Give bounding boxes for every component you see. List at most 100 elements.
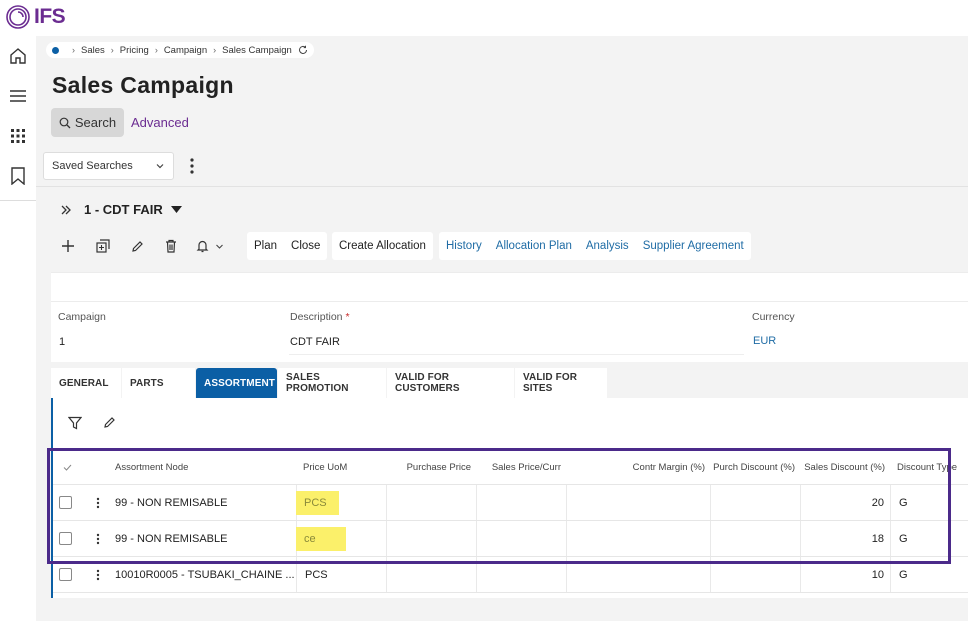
history-link[interactable]: History: [439, 240, 489, 252]
add-button[interactable]: [58, 236, 78, 256]
tab-assortment[interactable]: ASSORTMENT: [196, 368, 277, 398]
table-row[interactable]: 99 - NON REMISABLE ce 18 G: [53, 521, 968, 557]
notifications-button[interactable]: [196, 236, 234, 256]
create-allocation-button[interactable]: Create Allocation: [332, 240, 433, 252]
tab-general[interactable]: GENERAL: [51, 368, 121, 398]
close-button[interactable]: Close: [284, 240, 327, 252]
description-field[interactable]: CDT FAIR: [289, 327, 744, 355]
campaign-detail-panel: Campaign 1 Description * CDT FAIR Curren…: [51, 272, 968, 362]
edit-table-icon[interactable]: [103, 416, 116, 429]
ifs-logo[interactable]: IFS: [4, 3, 66, 31]
refresh-icon[interactable]: [298, 45, 308, 55]
chevron-down-icon: [216, 244, 223, 249]
chevron-down-icon: [156, 164, 164, 169]
row-more-options-icon[interactable]: [81, 521, 115, 556]
cell-price-uom[interactable]: PCS: [296, 485, 387, 520]
column-header-discount-type[interactable]: Discount Type: [897, 450, 968, 484]
cell-purch-discount: [711, 485, 801, 520]
breadcrumb-item-sales-campaign: Sales Campaign: [222, 44, 292, 56]
cell-price-uom[interactable]: PCS: [297, 557, 387, 592]
page-title: Sales Campaign: [52, 72, 234, 98]
tab-valid-for-customers[interactable]: VALID FOR CUSTOMERS: [387, 368, 514, 398]
search-icon: [59, 117, 71, 128]
search-button-label: Search: [74, 115, 117, 130]
menu-nav-button[interactable]: [0, 76, 36, 116]
filter-icon[interactable]: [68, 416, 82, 430]
ifs-swirl-icon: [6, 5, 30, 29]
more-options-icon[interactable]: [186, 157, 198, 175]
required-indicator: *: [345, 311, 350, 323]
cell-purchase-price: [387, 485, 477, 520]
cell-assortment-node: 99 - NON REMISABLE: [115, 521, 297, 556]
saved-searches-dropdown[interactable]: Saved Searches: [43, 152, 174, 180]
column-header-contr-margin[interactable]: Contr Margin (%): [567, 450, 711, 484]
description-label: Description *: [290, 311, 350, 323]
breadcrumb-home-dot[interactable]: [52, 46, 59, 54]
breadcrumb-item-campaign[interactable]: Campaign: [164, 45, 207, 56]
chevron-right-icon: ›: [154, 45, 158, 55]
detail-tabs: GENERAL PARTS ASSORTMENT SALES PROMOTION…: [51, 368, 608, 398]
kebab-icon: [96, 497, 100, 508]
delete-button[interactable]: [161, 236, 181, 256]
advanced-search-link[interactable]: Advanced: [131, 115, 189, 130]
row-checkbox[interactable]: [59, 485, 81, 520]
saved-searches-label: Saved Searches: [52, 160, 133, 172]
side-navigation: [0, 36, 36, 621]
cell-discount-type[interactable]: G: [891, 557, 968, 592]
campaign-value: 1: [59, 336, 66, 348]
column-header-price-uom[interactable]: Price UoM: [303, 450, 387, 484]
cell-sales-price-curr: [477, 521, 567, 556]
highlighted-uom: PCS: [296, 490, 339, 515]
cell-sales-price-curr: [477, 485, 567, 520]
select-all-checkmark[interactable]: [53, 450, 81, 484]
menu-icon: [10, 90, 26, 102]
cell-price-uom[interactable]: ce: [296, 521, 387, 556]
row-more-options-icon[interactable]: [81, 557, 115, 592]
column-header-sales-discount[interactable]: Sales Discount (%): [801, 450, 891, 484]
breadcrumb-item-sales[interactable]: Sales: [81, 45, 105, 56]
cell-sales-discount: 18: [801, 521, 891, 556]
tab-sales-promotion[interactable]: SALES PROMOTION: [278, 368, 386, 398]
table-header-row: Assortment Node Price UoM Purchase Price…: [53, 450, 968, 485]
caret-down-icon[interactable]: [170, 205, 182, 214]
supplier-agreement-link[interactable]: Supplier Agreement: [636, 240, 751, 252]
detail-panel-divider: [51, 301, 968, 302]
edit-button[interactable]: [127, 236, 147, 256]
double-chevron-right-icon[interactable]: [60, 204, 72, 216]
analysis-link[interactable]: Analysis: [579, 240, 636, 252]
bookmark-icon: [11, 167, 25, 185]
bookmark-nav-button[interactable]: [0, 156, 36, 196]
duplicate-button[interactable]: [93, 236, 113, 256]
home-nav-button[interactable]: [0, 36, 36, 76]
column-header-purchase-price[interactable]: Purchase Price: [387, 450, 477, 484]
plan-button[interactable]: Plan: [247, 240, 284, 252]
cell-purch-discount: [711, 557, 801, 592]
currency-value[interactable]: EUR: [753, 335, 776, 347]
column-header-assortment-node[interactable]: Assortment Node: [115, 450, 297, 484]
tab-valid-for-sites[interactable]: VALID FOR SITES: [515, 368, 607, 398]
search-button[interactable]: Search: [51, 108, 124, 137]
column-header-purch-discount[interactable]: Purch Discount (%): [711, 450, 801, 484]
column-header-sales-price-curr[interactable]: Sales Price/Curr: [477, 450, 567, 484]
apps-nav-button[interactable]: [0, 116, 36, 156]
cell-discount-type[interactable]: G: [891, 485, 968, 520]
description-value: CDT FAIR: [290, 336, 340, 348]
record-selector[interactable]: 1 - CDT FAIR: [60, 202, 182, 217]
table-row[interactable]: 99 - NON REMISABLE PCS 20 G: [53, 485, 968, 521]
campaign-label: Campaign: [58, 311, 106, 323]
cell-purch-discount: [711, 521, 801, 556]
command-group-allocation: Create Allocation: [332, 232, 433, 260]
chevron-right-icon: ›: [213, 45, 217, 55]
cell-contr-margin: [567, 557, 711, 592]
checkbox-box: [59, 568, 72, 581]
row-checkbox[interactable]: [59, 521, 81, 556]
cell-discount-type[interactable]: G: [891, 521, 968, 556]
allocation-plan-link[interactable]: Allocation Plan: [489, 240, 579, 252]
row-checkbox[interactable]: [59, 557, 81, 592]
row-more-options-icon[interactable]: [81, 485, 115, 520]
tab-parts[interactable]: PARTS: [122, 368, 195, 398]
breadcrumb-item-pricing[interactable]: Pricing: [120, 45, 149, 56]
command-group-links: History Allocation Plan Analysis Supplie…: [439, 232, 751, 260]
table-row[interactable]: 10010R0005 - TSUBAKI_CHAINE ... PCS 10 G: [53, 557, 968, 593]
cell-contr-margin: [567, 521, 711, 556]
